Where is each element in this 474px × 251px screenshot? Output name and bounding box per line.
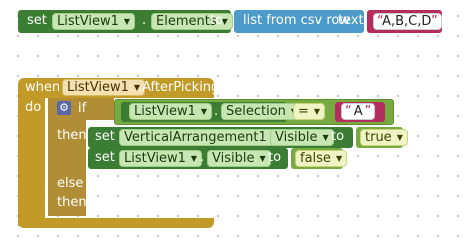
string-value[interactable]: “A,B,C,D”	[373, 13, 442, 30]
event-footer	[18, 218, 214, 228]
compare-string-text: A	[353, 104, 363, 119]
then-keyword: then	[57, 128, 87, 143]
stmt1-property-dropdown[interactable]: Visible ▼	[270, 129, 334, 146]
set-keyword: set	[95, 129, 115, 144]
string-text: A,B,C,D	[382, 14, 432, 29]
then-keyword-2: then	[57, 195, 87, 210]
chevron-down-icon: ▼	[396, 133, 403, 142]
chevron-down-icon: ▼	[313, 107, 321, 116]
set-keyword: set	[27, 13, 47, 28]
list-from-csv-row-block[interactable]: list from csv row text	[234, 10, 364, 33]
open-quote-icon: “	[345, 104, 352, 119]
stmt1-component-name: VerticalArrangement1	[124, 130, 267, 145]
stmt2-property-name: Visible	[212, 151, 255, 166]
compare-block[interactable]: ListView1▼ . Selection▼ =▼ “A”	[114, 99, 394, 125]
stmt2-property-dropdown[interactable]: Visible ▼	[207, 150, 271, 167]
if-header-row[interactable]: ⚙ if	[48, 98, 114, 120]
stmt2-component-name: ListView1	[124, 151, 186, 166]
getter-component-dropdown[interactable]: ListView1 ▼	[129, 103, 213, 120]
text-string-block[interactable]: “A,B,C,D”	[367, 10, 442, 33]
event-spine: do	[18, 98, 45, 226]
stmt2-component-dropdown[interactable]: ListView1 ▼	[119, 150, 203, 167]
set-visible-block-1[interactable]: set VerticalArrangement1▼ . Visible ▼ to	[88, 127, 353, 148]
operator-dropdown[interactable]: = ▼	[293, 103, 326, 120]
do-keyword: do	[25, 100, 42, 115]
chevron-down-icon: ▼	[259, 154, 266, 163]
chevron-down-icon: ▼	[335, 154, 343, 163]
operator-symbol: =	[298, 104, 309, 119]
false-value: false	[300, 151, 331, 166]
compare-string-block[interactable]: “A”	[335, 102, 385, 122]
stmt1-component-dropdown[interactable]: VerticalArrangement1▼	[119, 129, 283, 146]
set-elements-block[interactable]: set ListView1 ▼ . Elements ▼ to	[18, 10, 233, 33]
event-component-dropdown[interactable]: ListView1 ▼	[62, 79, 146, 96]
true-value-block[interactable]: true ▼	[356, 127, 408, 148]
text-keyword: text	[338, 13, 364, 28]
dot-separator: .	[142, 13, 147, 28]
getter-component-name: ListView1	[134, 104, 196, 119]
empty-condition-slot[interactable]	[88, 178, 96, 192]
chevron-down-icon: ▼	[322, 133, 329, 142]
to-keyword: to	[268, 150, 282, 165]
chevron-down-icon: ▼	[200, 107, 208, 116]
dot-separator: .	[200, 150, 205, 165]
getter-property-name: Selection	[226, 104, 286, 119]
empty-statement-slot[interactable]	[88, 198, 114, 212]
true-dropdown[interactable]: true ▼	[360, 129, 408, 146]
selection-getter-block[interactable]: ListView1 ▼ . Selection▼	[121, 102, 303, 122]
to-keyword: to	[331, 129, 345, 144]
event-header[interactable]: when ListView1 ▼ .AfterPicking	[18, 78, 219, 98]
getter-property-dropdown[interactable]: Selection▼	[221, 103, 303, 120]
compare-string-value[interactable]: “A”	[341, 103, 376, 120]
gear-icon[interactable]: ⚙	[57, 101, 71, 115]
event-component-name: ListView1	[67, 80, 129, 95]
close-quote-icon: ”	[431, 14, 438, 29]
stmt1-property-name: Visible	[275, 130, 318, 145]
if-keyword: if	[78, 101, 87, 116]
component-dropdown[interactable]: ListView1 ▼	[52, 13, 136, 30]
property-name: Elements	[156, 14, 217, 29]
set-keyword: set	[95, 150, 115, 165]
event-name: .AfterPicking	[138, 80, 220, 95]
true-value: true	[365, 130, 392, 145]
dot-separator: .	[262, 129, 267, 144]
when-keyword: when	[25, 80, 61, 95]
to-keyword: to	[210, 13, 224, 28]
false-value-block[interactable]: false ▼	[291, 148, 348, 169]
close-quote-icon: ”	[364, 104, 372, 119]
list-from-csv-row-label: list from csv row	[243, 13, 351, 28]
chevron-down-icon: ▼	[190, 154, 198, 163]
chevron-down-icon: ▼	[123, 17, 131, 26]
set-visible-block-2[interactable]: set ListView1 ▼ . Visible ▼ to	[88, 148, 288, 169]
false-dropdown[interactable]: false ▼	[295, 150, 348, 167]
dot-separator: .	[214, 104, 219, 119]
component-name: ListView1	[57, 14, 119, 29]
